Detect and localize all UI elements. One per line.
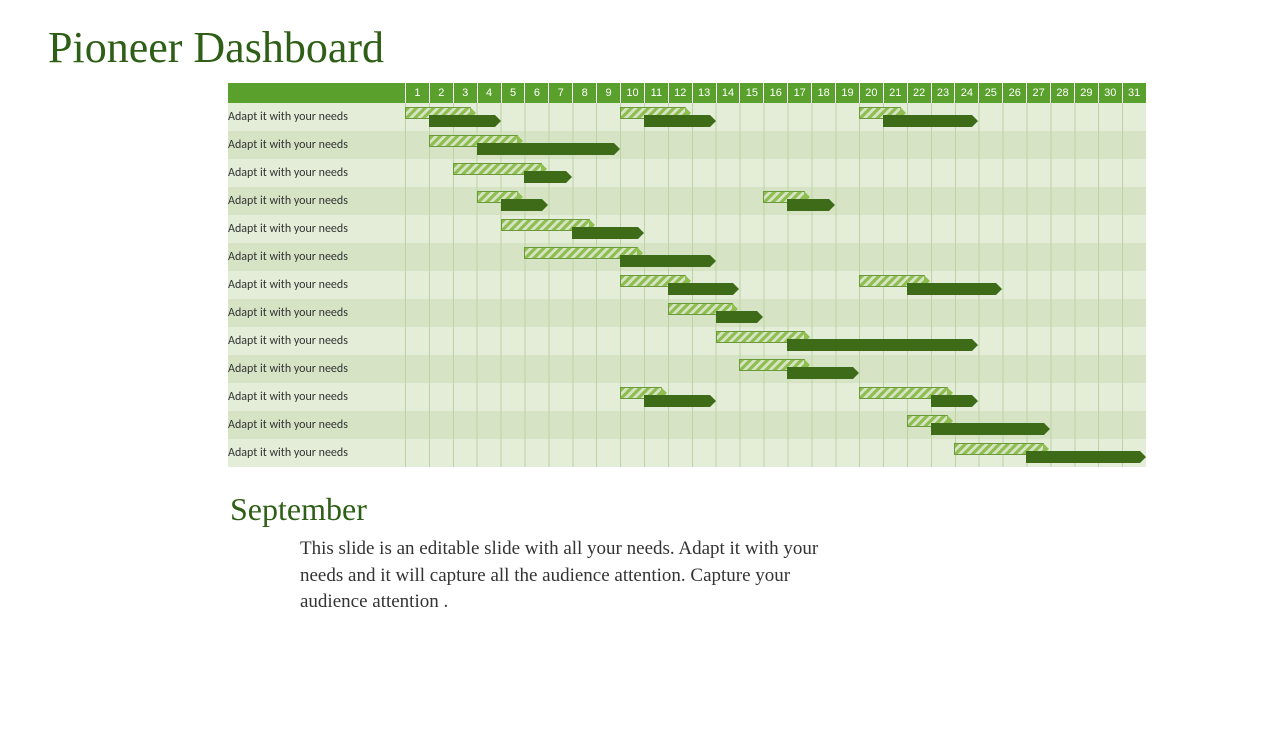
task-row: Adapt it with your needs	[228, 439, 1146, 467]
task-label: Adapt it with your needs	[228, 299, 405, 327]
actual-bar	[572, 227, 638, 239]
task-label: Adapt it with your needs	[228, 411, 405, 439]
day-header: 29	[1074, 83, 1098, 103]
task-label: Adapt it with your needs	[228, 271, 405, 299]
day-header: 18	[811, 83, 835, 103]
task-row: Adapt it with your needs	[228, 243, 1146, 271]
task-row: Adapt it with your needs	[228, 299, 1146, 327]
task-bars-cell	[405, 215, 1146, 243]
task-row: Adapt it with your needs	[228, 187, 1146, 215]
task-row: Adapt it with your needs	[228, 215, 1146, 243]
task-row: Adapt it with your needs	[228, 355, 1146, 383]
task-row: Adapt it with your needs	[228, 411, 1146, 439]
day-header: 23	[931, 83, 955, 103]
task-bars-cell	[405, 243, 1146, 271]
task-bars-cell	[405, 299, 1146, 327]
day-header: 13	[692, 83, 716, 103]
day-header: 27	[1026, 83, 1050, 103]
actual-bar	[668, 283, 734, 295]
actual-bar	[787, 199, 829, 211]
task-bars-cell	[405, 383, 1146, 411]
task-label: Adapt it with your needs	[228, 327, 405, 355]
actual-bar	[931, 423, 1044, 435]
task-row: Adapt it with your needs	[228, 271, 1146, 299]
task-bars-cell	[405, 439, 1146, 467]
task-bars-cell	[405, 355, 1146, 383]
day-header: 11	[644, 83, 668, 103]
day-header: 17	[787, 83, 811, 103]
actual-bar	[644, 395, 710, 407]
day-header: 8	[572, 83, 596, 103]
actual-bar	[787, 367, 853, 379]
task-row: Adapt it with your needs	[228, 383, 1146, 411]
task-row: Adapt it with your needs	[228, 103, 1146, 131]
day-header: 3	[453, 83, 477, 103]
task-bars-cell	[405, 411, 1146, 439]
task-bars-cell	[405, 327, 1146, 355]
day-header: 14	[716, 83, 740, 103]
page-title: Pioneer Dashboard	[48, 22, 1280, 73]
task-bars-cell	[405, 271, 1146, 299]
day-header: 12	[668, 83, 692, 103]
day-header: 16	[763, 83, 787, 103]
day-header: 25	[978, 83, 1002, 103]
day-header: 1	[405, 83, 429, 103]
day-header: 22	[907, 83, 931, 103]
day-header: 20	[859, 83, 883, 103]
actual-bar	[907, 283, 997, 295]
day-header: 24	[954, 83, 978, 103]
actual-bar	[429, 115, 495, 127]
day-header: 7	[548, 83, 572, 103]
day-header: 28	[1050, 83, 1074, 103]
task-label: Adapt it with your needs	[228, 187, 405, 215]
day-header: 26	[1002, 83, 1026, 103]
actual-bar	[501, 199, 543, 211]
task-row: Adapt it with your needs	[228, 159, 1146, 187]
actual-bar	[620, 255, 710, 267]
task-bars-cell	[405, 131, 1146, 159]
day-header: 15	[739, 83, 763, 103]
gantt-header-row: 1234567891011121314151617181920212223242…	[228, 83, 1146, 103]
day-header: 21	[883, 83, 907, 103]
actual-bar	[931, 395, 973, 407]
actual-bar	[1026, 451, 1139, 463]
task-label: Adapt it with your needs	[228, 159, 405, 187]
task-label: Adapt it with your needs	[228, 131, 405, 159]
actual-bar	[883, 115, 973, 127]
day-header: 5	[501, 83, 525, 103]
day-header: 19	[835, 83, 859, 103]
task-label: Adapt it with your needs	[228, 215, 405, 243]
day-header: 10	[620, 83, 644, 103]
gantt-chart: 1234567891011121314151617181920212223242…	[228, 83, 1114, 467]
task-label: Adapt it with your needs	[228, 103, 405, 131]
task-bars-cell	[405, 159, 1146, 187]
day-header: 6	[524, 83, 548, 103]
day-header: 30	[1098, 83, 1122, 103]
day-header: 9	[596, 83, 620, 103]
actual-bar	[716, 311, 758, 323]
day-header: 4	[477, 83, 501, 103]
task-row: Adapt it with your needs	[228, 327, 1146, 355]
task-bars-cell	[405, 103, 1146, 131]
description-text: This slide is an editable slide with all…	[300, 536, 860, 616]
task-row: Adapt it with your needs	[228, 131, 1146, 159]
task-label: Adapt it with your needs	[228, 355, 405, 383]
month-heading: September	[230, 491, 1280, 528]
gantt-table: 1234567891011121314151617181920212223242…	[228, 83, 1146, 467]
actual-bar	[787, 339, 972, 351]
task-label: Adapt it with your needs	[228, 383, 405, 411]
day-header: 2	[429, 83, 453, 103]
gantt-body: Adapt it with your needsAdapt it with yo…	[228, 103, 1146, 467]
task-column-header	[228, 83, 405, 103]
task-bars-cell	[405, 187, 1146, 215]
actual-bar	[524, 171, 566, 183]
day-header: 31	[1122, 83, 1146, 103]
task-label: Adapt it with your needs	[228, 243, 405, 271]
actual-bar	[644, 115, 710, 127]
actual-bar	[477, 143, 614, 155]
task-label: Adapt it with your needs	[228, 439, 405, 467]
